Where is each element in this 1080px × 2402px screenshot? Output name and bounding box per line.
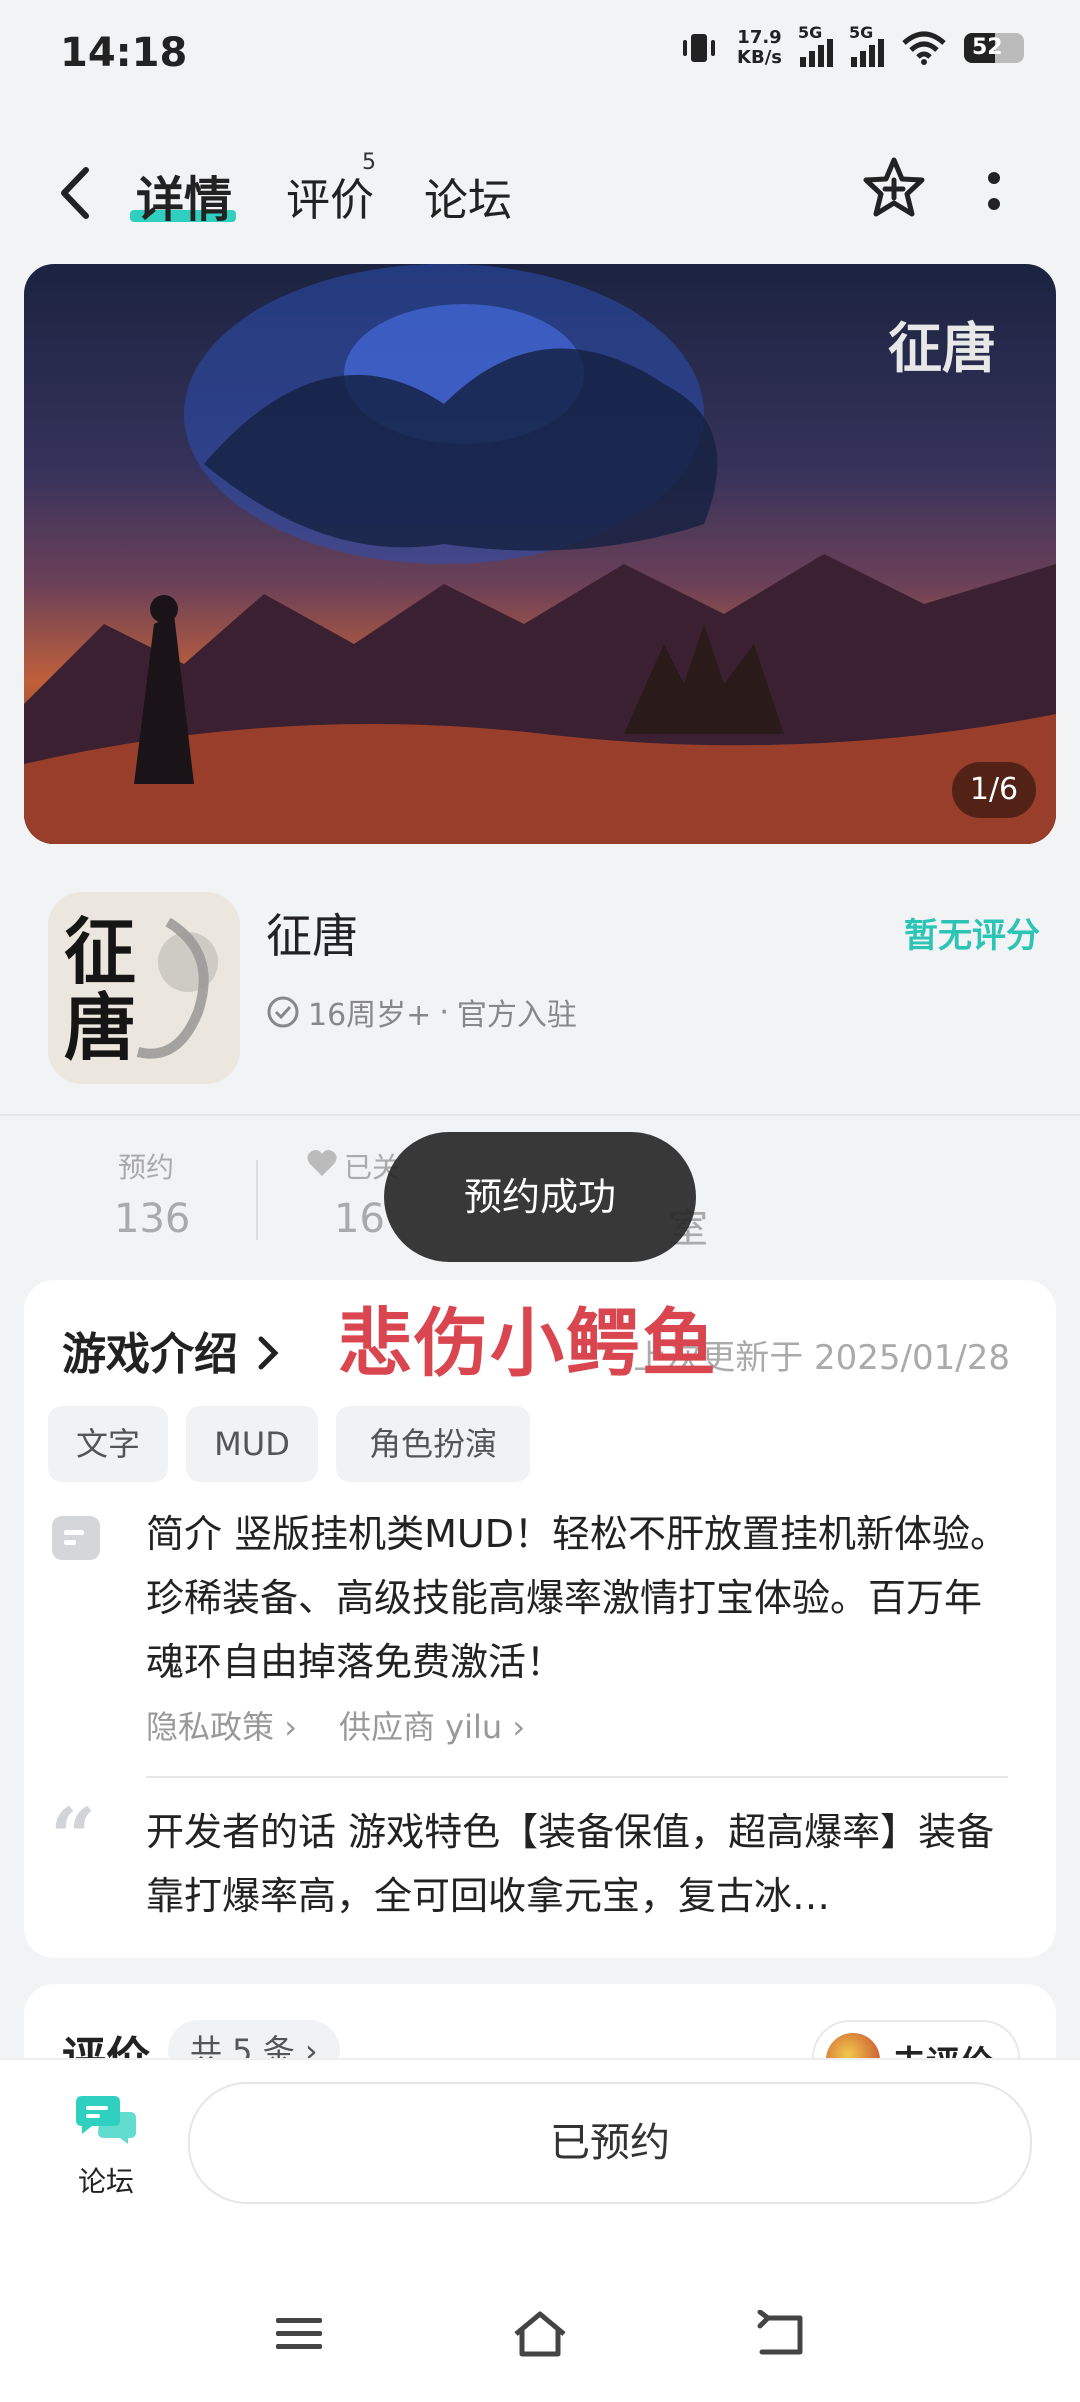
game-intro-title[interactable]: 游戏介绍 xyxy=(62,1318,279,1382)
forum-label[interactable]: 论坛 xyxy=(78,2160,134,2200)
app-icon-text: 征唐 xyxy=(64,909,137,1070)
toast-message: 预约成功 xyxy=(384,1132,696,1262)
tab-details[interactable]: 详情 xyxy=(136,160,232,230)
summary-label: 简介 xyxy=(146,1512,223,1556)
heart-icon xyxy=(307,1150,337,1176)
tab-forum[interactable]: 论坛 xyxy=(424,164,512,228)
stat-separator xyxy=(256,1160,258,1240)
status-indicators: 17.9 KB/s 5G 5G 52 xyxy=(679,23,1024,68)
summary-text: 竖版挂机类MUD！轻松不肝放置挂机新体验。 珍稀装备、高级技能高爆率激情打宝体验… xyxy=(146,1512,1008,1684)
developer-note[interactable]: 开发者的话 游戏特色【装备保值，超高爆率】装备靠打爆率高，全可回收拿元宝，复古冰… xyxy=(146,1800,1008,1928)
rating-status: 暂无评分 xyxy=(904,916,1040,956)
app-icon: 征唐 xyxy=(48,892,240,1084)
forum-icon[interactable] xyxy=(74,2090,138,2144)
tag-chip[interactable]: MUD xyxy=(186,1406,318,1482)
back-icon[interactable] xyxy=(58,166,92,220)
network-speed: 17.9 KB/s xyxy=(737,27,782,68)
game-summary: 简介 竖版挂机类MUD！轻松不肝放置挂机新体验。 珍稀装备、高级技能高爆率激情打… xyxy=(146,1502,1016,1694)
watermark-text: 悲伤小鳄鱼 xyxy=(338,1301,718,1387)
supplier-link[interactable]: 供应商 yilu › xyxy=(339,1702,525,1748)
app-name: 征唐 xyxy=(266,909,358,963)
screenshot-carousel[interactable]: 征唐 1/6 xyxy=(24,264,1056,844)
signal-1-icon: 5G xyxy=(798,23,833,67)
stat-reservations-label: 预约 xyxy=(118,1151,175,1184)
section-divider xyxy=(0,1114,1080,1116)
chevron-right-icon xyxy=(258,1336,279,1370)
verified-check-icon xyxy=(267,996,299,1028)
stat-reservations-value: 136 xyxy=(114,1196,191,1242)
tag-chip[interactable]: 角色扮演 xyxy=(336,1406,530,1482)
developer-note-label: 开发者的话 xyxy=(146,1810,337,1854)
wifi-icon xyxy=(902,31,946,65)
app-meta: 16周岁+ · 官方入驻 xyxy=(266,990,577,1034)
official-label: 官方入驻 xyxy=(456,998,577,1033)
document-icon xyxy=(52,1516,100,1560)
menu-nav-icon[interactable] xyxy=(272,2310,328,2358)
carousel-page-indicator: 1/6 xyxy=(952,762,1036,818)
star-plus-icon[interactable] xyxy=(862,156,926,220)
age-rating: 16周岁+ xyxy=(308,998,432,1033)
banner-logo: 征唐 xyxy=(888,316,996,380)
back-nav-icon[interactable] xyxy=(752,2310,808,2358)
status-time: 14:18 xyxy=(60,30,188,76)
battery-icon: 52 xyxy=(964,33,1024,63)
signal-2-icon: 5G xyxy=(849,23,884,67)
more-vertical-icon[interactable] xyxy=(984,170,1004,214)
home-nav-icon[interactable] xyxy=(512,2310,568,2358)
stat-follows-value: 16 xyxy=(334,1196,385,1242)
tag-chip[interactable]: 文字 xyxy=(48,1406,168,1482)
privacy-policy-link[interactable]: 隐私政策 › xyxy=(146,1702,297,1748)
reserved-button[interactable]: 已预约 xyxy=(188,2082,1032,2204)
vibrate-icon xyxy=(683,34,716,62)
quote-icon: “ xyxy=(50,1790,97,1884)
tab-reviews[interactable]: 评价 xyxy=(286,164,374,228)
info-links: 隐私政策 › 供应商 yilu › xyxy=(146,1702,525,1748)
meta-separator: · xyxy=(439,994,449,1030)
tab-reviews-badge: 5 xyxy=(362,150,376,175)
inner-divider xyxy=(146,1776,1008,1778)
